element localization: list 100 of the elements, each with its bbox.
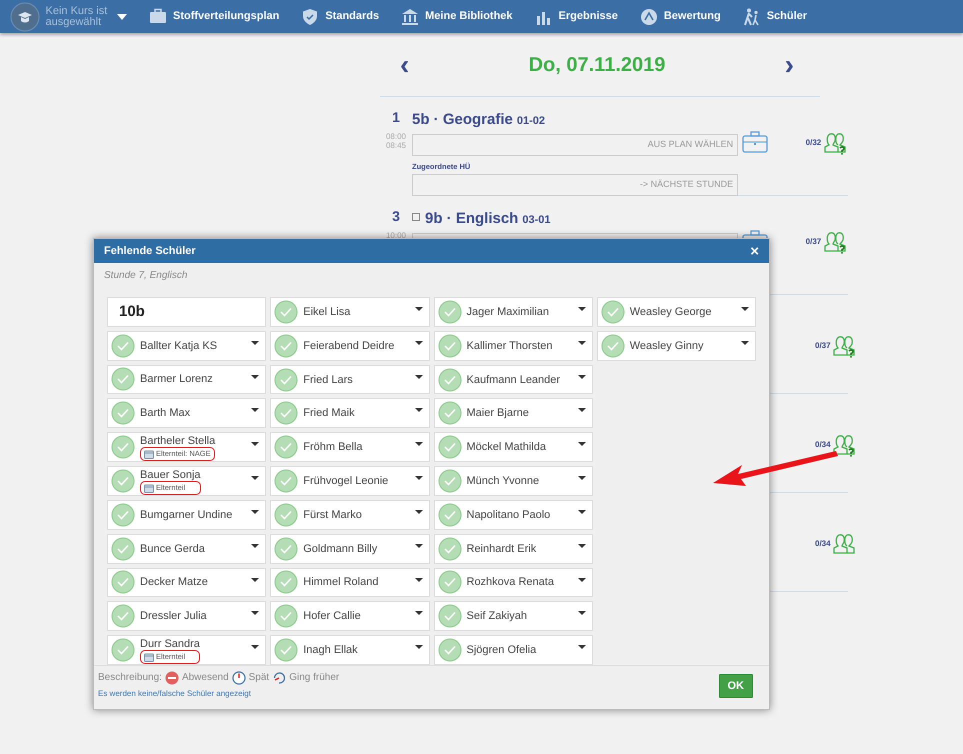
student-entry[interactable]: Himmel Roland	[270, 568, 430, 598]
caret-icon[interactable]	[414, 307, 422, 311]
check-icon[interactable]	[274, 468, 298, 493]
nav-link[interactable]: Bewertung	[664, 8, 721, 25]
caret-icon[interactable]	[578, 374, 586, 379]
check-icon[interactable]	[274, 435, 298, 460]
lesson-title[interactable]: 9b · Englisch	[425, 208, 518, 230]
caret-icon[interactable]	[414, 645, 422, 650]
caret-icon[interactable]	[578, 544, 586, 548]
check-icon[interactable]	[274, 638, 298, 662]
check-icon[interactable]	[438, 536, 462, 561]
student-entry[interactable]: Decker Matze	[107, 568, 266, 598]
student-entry[interactable]: Barmer Lorenz	[107, 364, 266, 394]
check-icon[interactable]	[274, 570, 298, 594]
student-entry[interactable]: Möckel Mathilda	[434, 432, 593, 462]
lesson-title[interactable]: 5b · Geografie	[412, 109, 513, 132]
caret-icon[interactable]	[251, 611, 260, 616]
help-link[interactable]: Es werden keine/falsche Schüler angezeigt	[98, 689, 251, 698]
attendance-unconfirmed-icon[interactable]	[833, 334, 858, 359]
check-icon[interactable]	[111, 570, 135, 594]
caret-icon[interactable]	[251, 578, 260, 582]
caret-icon[interactable]	[414, 510, 422, 514]
caret-icon[interactable]	[578, 578, 586, 582]
caret-icon[interactable]	[414, 611, 422, 616]
caret-icon[interactable]	[741, 341, 749, 345]
check-icon[interactable]	[438, 468, 462, 493]
close-button[interactable]: ×	[750, 244, 759, 258]
caret-icon[interactable]	[414, 374, 422, 379]
check-icon[interactable]	[111, 638, 135, 662]
check-icon[interactable]	[111, 536, 135, 561]
caret-icon[interactable]	[251, 645, 260, 649]
check-icon[interactable]	[111, 469, 135, 493]
caret-icon[interactable]	[578, 442, 586, 446]
student-entry[interactable]: Jager Maximilian	[434, 297, 593, 327]
briefcase-icon[interactable]	[742, 131, 768, 153]
nav-link[interactable]: Stoffverteilungsplan	[173, 8, 280, 25]
caret-icon[interactable]	[251, 544, 260, 548]
check-icon[interactable]	[111, 435, 135, 459]
student-entry[interactable]: Dressler Julia	[107, 601, 266, 631]
caret-icon[interactable]	[414, 340, 422, 345]
caret-icon[interactable]	[741, 307, 749, 311]
caret-icon[interactable]	[578, 340, 586, 345]
nav-link[interactable]: Meine Bibliothek	[425, 8, 513, 25]
next-day-button[interactable]: ›	[784, 54, 794, 74]
caret-icon[interactable]	[414, 442, 422, 446]
check-icon[interactable]	[600, 334, 625, 358]
student-entry[interactable]: Napolitano Paolo	[434, 500, 593, 530]
check-icon[interactable]	[111, 604, 135, 628]
caret-icon[interactable]	[578, 408, 586, 412]
check-icon[interactable]	[111, 334, 135, 358]
check-icon[interactable]	[438, 401, 462, 426]
caret-icon[interactable]	[251, 442, 260, 446]
caret-icon[interactable]	[251, 408, 260, 412]
student-entry[interactable]: Bumgarner Undine	[107, 500, 266, 530]
check-icon[interactable]	[274, 604, 298, 628]
check-icon[interactable]	[111, 401, 135, 426]
student-entry[interactable]: Fürst Marko	[270, 500, 430, 530]
caret-icon[interactable]	[414, 544, 422, 548]
student-entry[interactable]: Inagh Ellak	[270, 635, 430, 665]
check-icon[interactable]	[438, 368, 462, 392]
student-entry[interactable]: Weasley George	[596, 297, 756, 327]
student-entry[interactable]: Kaufmann Leander	[434, 364, 593, 394]
attendance-unconfirmed-icon[interactable]	[824, 230, 848, 255]
caret-icon[interactable]	[251, 374, 260, 378]
student-entry[interactable]: Frühvogel Leonie	[270, 466, 430, 496]
check-icon[interactable]	[438, 435, 462, 460]
check-icon[interactable]	[438, 570, 462, 594]
check-icon[interactable]	[600, 300, 625, 324]
caret-icon[interactable]	[414, 578, 422, 582]
caret-icon[interactable]	[414, 476, 422, 480]
check-icon[interactable]	[274, 334, 298, 358]
graduation-cap-icon[interactable]	[10, 2, 40, 32]
student-entry[interactable]: Barth Max	[107, 398, 266, 428]
student-entry[interactable]: Reinhardt Erik	[434, 534, 593, 564]
nav-link[interactable]: Standards	[325, 8, 380, 25]
check-icon[interactable]	[274, 401, 298, 426]
check-icon[interactable]	[111, 502, 135, 527]
student-entry[interactable]: Eikel Lisa	[270, 297, 430, 327]
collapse-icon[interactable]	[412, 213, 420, 221]
attendance-unconfirmed-icon[interactable]	[833, 433, 858, 458]
caret-icon[interactable]	[251, 476, 260, 480]
student-entry[interactable]: Fröhm Bella	[270, 432, 430, 462]
caret-icon[interactable]	[578, 510, 586, 514]
student-entry[interactable]: Sjögren Ofelia	[434, 635, 593, 665]
check-icon[interactable]	[438, 604, 462, 628]
nav-link[interactable]: Ergebnisse	[558, 8, 618, 25]
student-entry[interactable]: Weasley Ginny	[596, 331, 756, 361]
check-icon[interactable]	[438, 300, 462, 324]
student-entry[interactable]: Münch Yvonne	[434, 466, 593, 496]
caret-icon[interactable]	[251, 340, 260, 345]
check-icon[interactable]	[274, 300, 298, 324]
check-icon[interactable]	[438, 502, 462, 527]
nav-link[interactable]: Schüler	[766, 8, 808, 25]
caret-icon[interactable]	[578, 611, 586, 616]
previous-day-button[interactable]: ‹	[400, 54, 410, 74]
caret-icon[interactable]	[251, 510, 260, 514]
student-entry[interactable]: Ballter Katja KS	[107, 330, 266, 360]
student-entry[interactable]: Feierabend Deidre	[270, 330, 430, 361]
student-entry[interactable]: Kallimer Thorsten	[434, 330, 593, 361]
check-icon[interactable]	[274, 502, 298, 527]
